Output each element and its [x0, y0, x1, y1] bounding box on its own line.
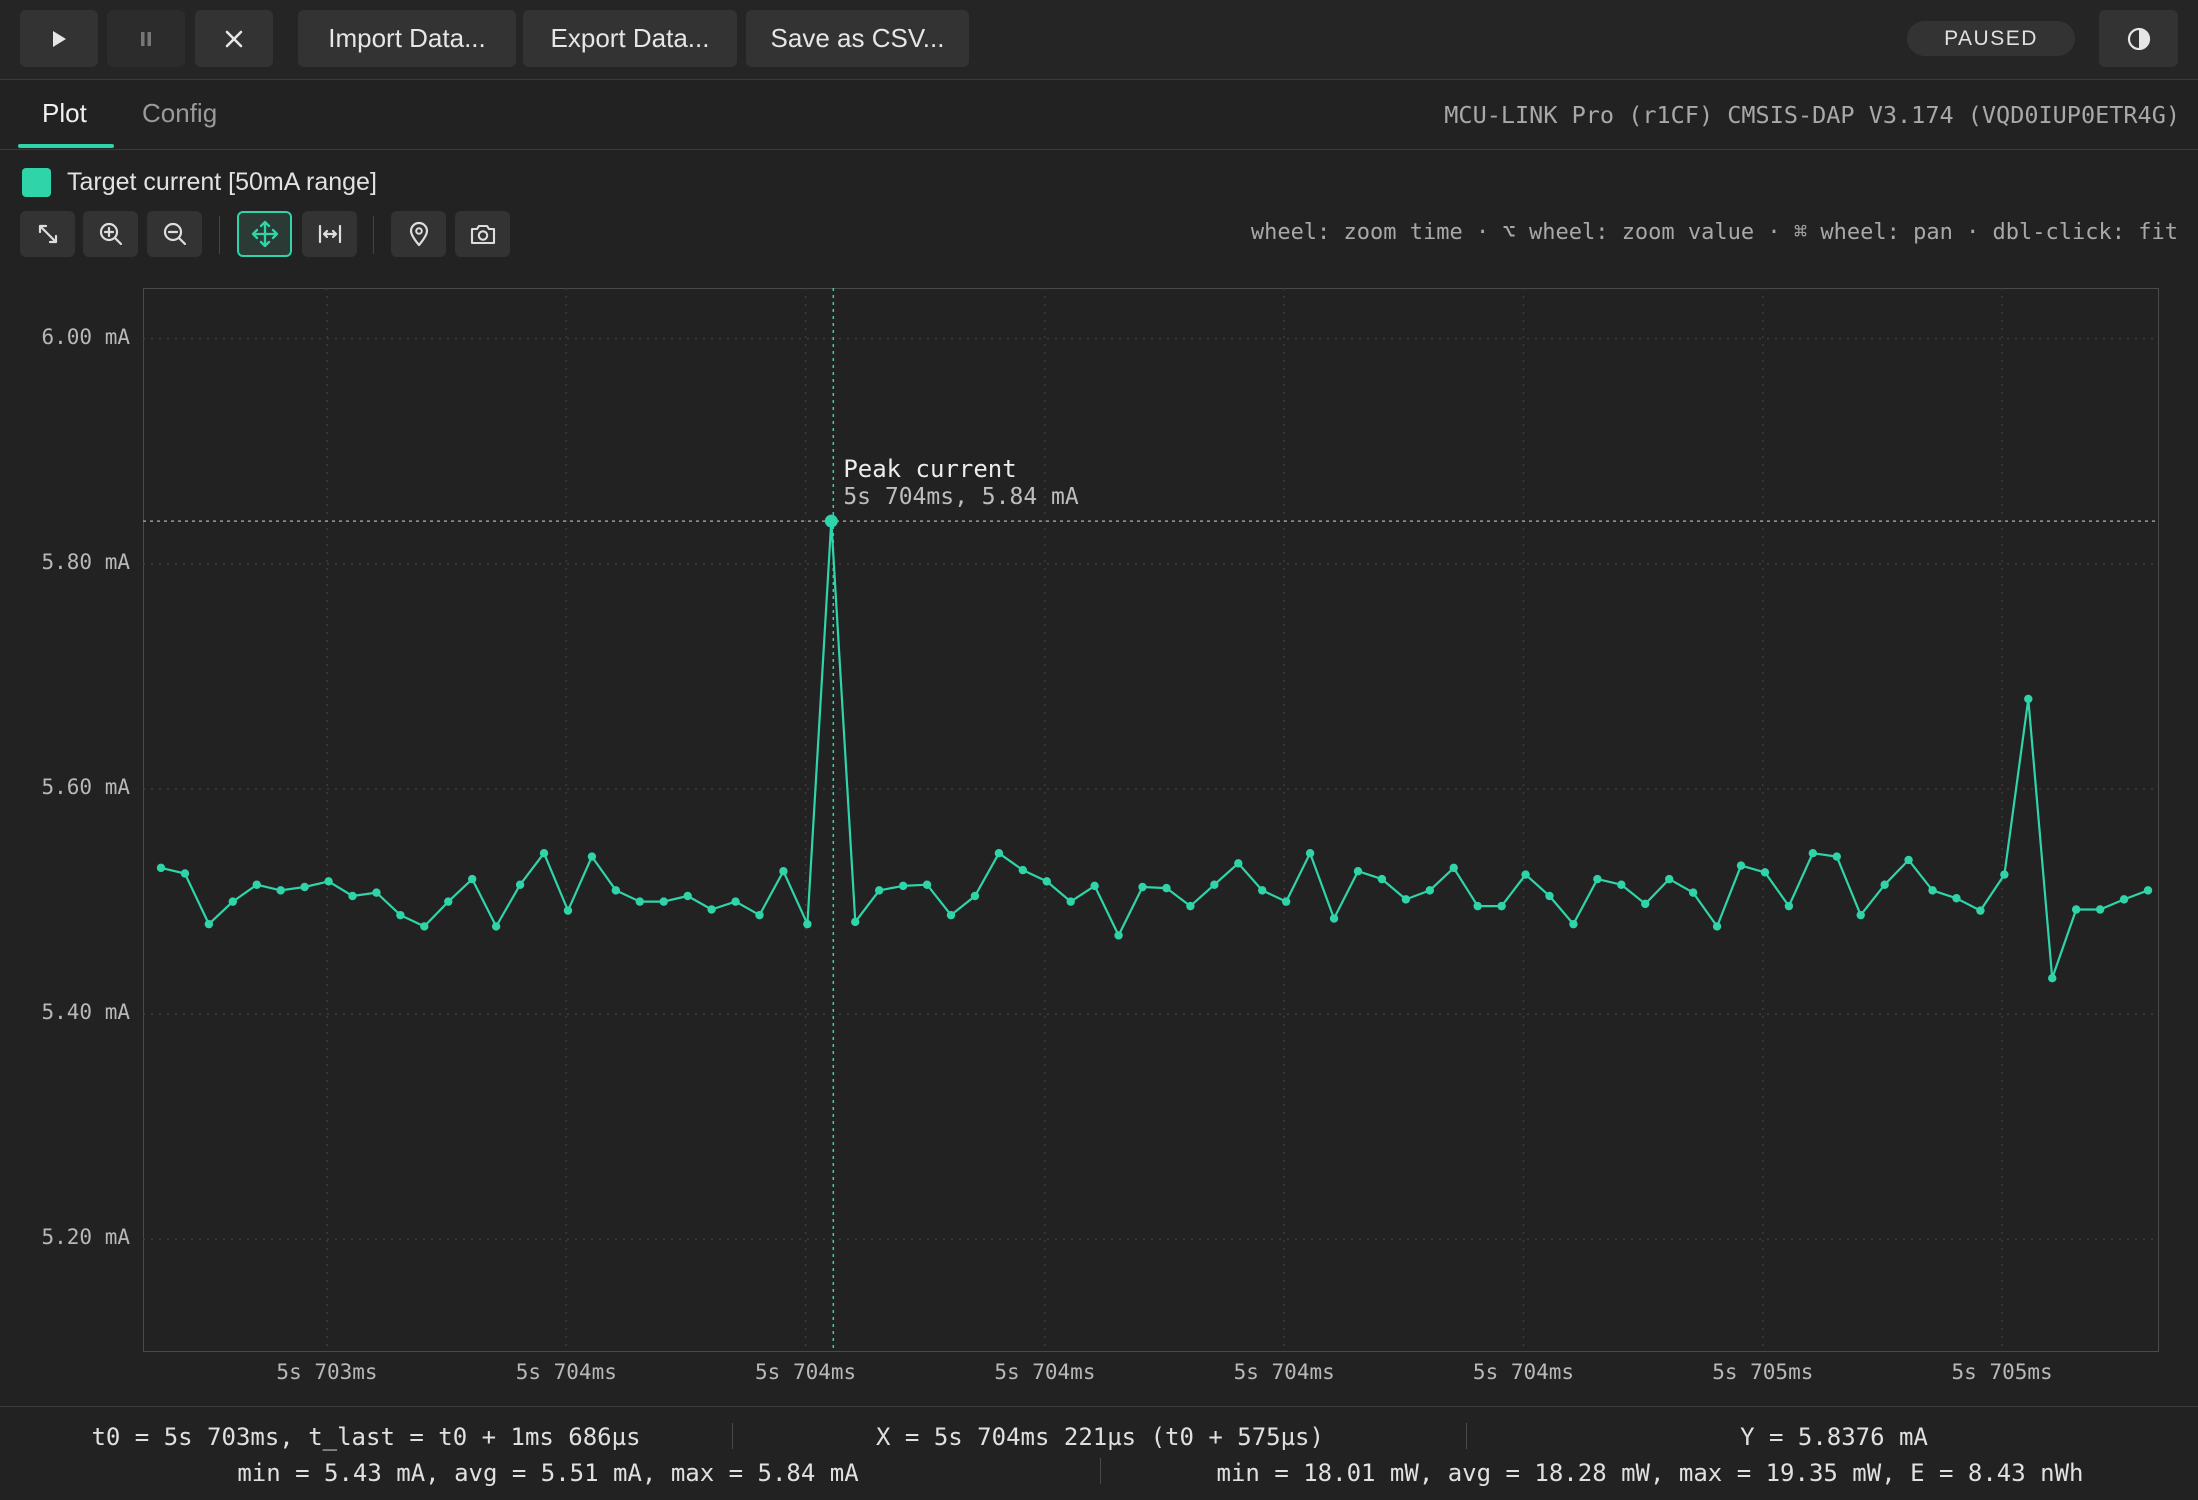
footer-divider — [732, 1423, 733, 1449]
plot-area[interactable] — [143, 288, 2159, 1352]
x-tick-label: 5s 704ms — [1233, 1360, 1335, 1384]
x-tick-label: 5s 704ms — [1472, 1360, 1575, 1384]
measure-span-button[interactable] — [302, 211, 357, 257]
status-footer: t0 = 5s 703ms, t_last = t0 + 1ms 686µs X… — [0, 1406, 2198, 1500]
camera-icon — [470, 224, 495, 245]
play-button[interactable] — [20, 10, 98, 67]
screenshot-button[interactable] — [455, 211, 510, 257]
pan-icon — [251, 220, 278, 248]
x-tick-label: 5s 704ms — [515, 1360, 617, 1384]
current-stats: min = 5.43 mA, avg = 5.51 mA, max = 5.84… — [237, 1459, 859, 1487]
y-tick-label: 5.80 mA — [41, 549, 130, 574]
play-icon — [53, 30, 66, 47]
measure-span-icon — [318, 224, 341, 244]
y-tick-label: 6.00 mA — [41, 324, 130, 349]
zoom-out-icon — [163, 222, 186, 246]
save-csv-button[interactable]: Save as CSV... — [746, 10, 969, 67]
tab-config[interactable]: Config — [142, 98, 217, 129]
footer-divider — [1100, 1458, 1101, 1484]
active-tab-indicator — [18, 144, 114, 148]
x-tick-label: 5s 705ms — [1712, 1360, 1814, 1384]
footer-divider — [1466, 1423, 1467, 1449]
x-tick-label: 5s 704ms — [994, 1360, 1096, 1384]
top-toolbar: Import Data... Export Data... Save as CS… — [0, 0, 2198, 80]
power-stats: min = 18.01 mW, avg = 18.28 mW, max = 19… — [1216, 1459, 2084, 1487]
status-badge: PAUSED — [1907, 21, 2075, 56]
legend-label: Target current [50mA range] — [67, 168, 377, 196]
marker-button[interactable] — [391, 211, 446, 257]
x-tick-label: 5s 704ms — [755, 1360, 857, 1384]
close-icon — [225, 30, 243, 47]
pause-button[interactable] — [107, 10, 185, 67]
device-label: MCU-LINK Pro (r1CF) CMSIS-DAP V3.174 (VQ… — [1444, 101, 2180, 129]
tab-plot[interactable]: Plot — [42, 98, 87, 129]
legend[interactable]: Target current [50mA range] — [22, 168, 377, 197]
theme-toggle-button[interactable] — [2099, 10, 2178, 67]
y-tick-label: 5.40 mA — [41, 1000, 130, 1025]
zoom-out-button[interactable] — [147, 211, 202, 257]
zoom-in-button[interactable] — [83, 211, 138, 257]
stop-button[interactable] — [195, 10, 273, 67]
import-data-button[interactable]: Import Data... — [298, 10, 516, 67]
cursor-y-readout: Y = 5.8376 mA — [1740, 1423, 1928, 1451]
interaction-hints: wheel: zoom time · ⌥ wheel: zoom value ·… — [1250, 220, 2178, 245]
zoom-in-icon — [99, 222, 122, 246]
toolbar-divider — [219, 216, 220, 254]
contrast-icon — [2127, 27, 2150, 50]
fit-icon — [38, 224, 57, 244]
export-data-button[interactable]: Export Data... — [523, 10, 737, 67]
time-range-readout: t0 = 5s 703ms, t_last = t0 + 1ms 686µs — [91, 1423, 641, 1451]
legend-swatch — [22, 168, 51, 197]
x-tick-label: 5s 705ms — [1951, 1360, 2053, 1384]
pause-icon — [141, 31, 151, 46]
y-tick-label: 5.20 mA — [41, 1225, 130, 1250]
pan-mode-button[interactable] — [237, 211, 292, 257]
tab-bar: Plot Config MCU-LINK Pro (r1CF) CMSIS-DA… — [0, 80, 2198, 150]
marker-icon — [409, 221, 428, 247]
y-tick-label: 5.60 mA — [41, 775, 130, 800]
x-tick-label: 5s 703ms — [276, 1360, 378, 1384]
cursor-x-readout: X = 5s 704ms 221µs (t0 + 575µs) — [876, 1423, 1324, 1451]
toolbar-divider — [373, 216, 374, 254]
fit-button[interactable] — [20, 211, 75, 257]
